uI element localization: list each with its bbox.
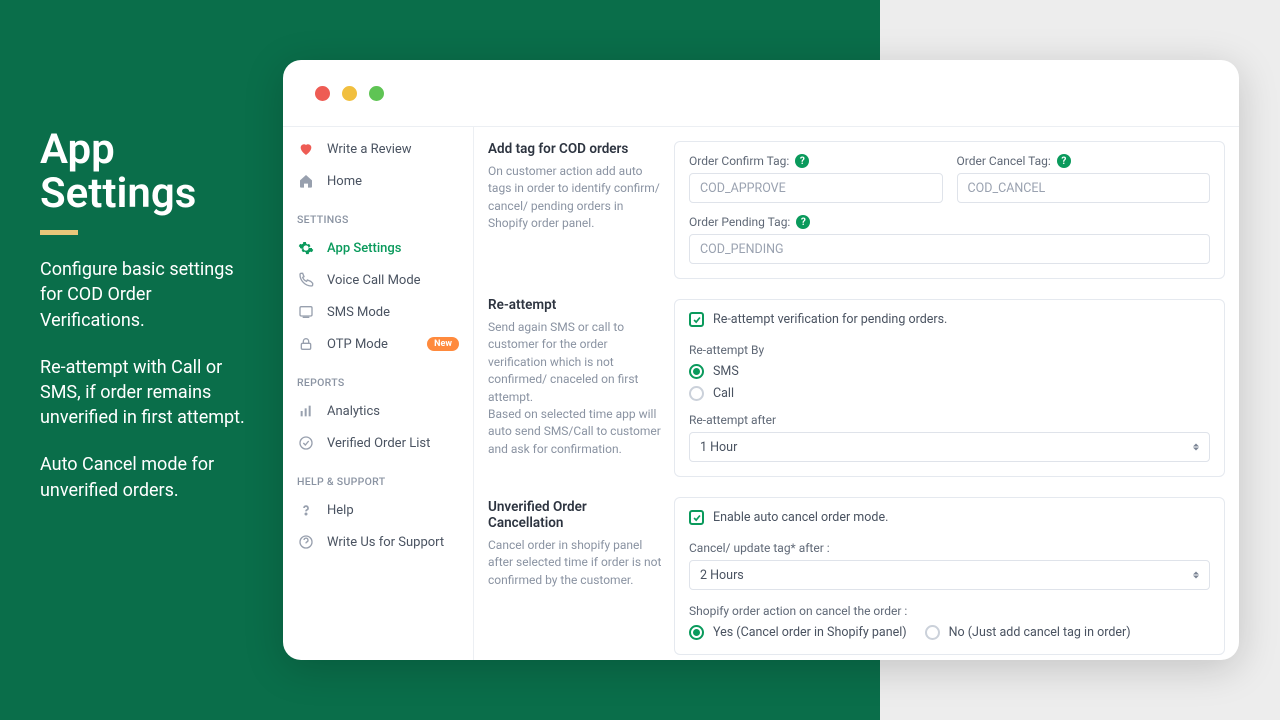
sidebar-item-home[interactable]: Home — [283, 165, 473, 197]
page-title: AppSettings — [40, 128, 260, 216]
sms-icon — [297, 303, 315, 321]
sidebar-item-write-us[interactable]: Write Us for Support — [283, 526, 473, 558]
pending-tag-label: Order Pending Tag:? — [689, 215, 1210, 229]
card-reattempt: Re-attempt verification for pending orde… — [674, 299, 1225, 477]
sidebar-item-label: Write a Review — [327, 142, 412, 157]
chevron-updown-icon — [1190, 444, 1202, 451]
sidebar-item-help[interactable]: Help — [283, 494, 473, 526]
sidebar-section-reports: REPORTS — [283, 360, 473, 395]
sidebar-item-label: App Settings — [327, 241, 401, 256]
phone-icon — [297, 271, 315, 289]
reattempt-after-select[interactable] — [689, 432, 1210, 462]
new-badge: New — [427, 337, 459, 351]
radio-icon — [925, 625, 940, 640]
pending-tag-input[interactable] — [689, 234, 1210, 264]
sidebar-item-label: Write Us for Support — [327, 535, 444, 550]
sidebar-item-label: Help — [327, 503, 354, 518]
hero-section: AppSettings Configure basic settings for… — [40, 128, 260, 525]
lock-icon — [297, 335, 315, 353]
reattempt-radio-call[interactable]: Call — [689, 386, 1210, 401]
hero-paragraph-1: Configure basic settings for COD Order V… — [40, 257, 260, 333]
sidebar-item-verified-list[interactable]: Verified Order List — [283, 427, 473, 459]
question-icon — [297, 501, 315, 519]
cancel-tag-label: Order Cancel Tag:? — [957, 154, 1211, 168]
heart-icon — [297, 140, 315, 158]
sidebar-item-label: Voice Call Mode — [327, 273, 421, 288]
cancel-tag-input[interactable] — [957, 173, 1211, 203]
help-icon[interactable]: ? — [1057, 154, 1071, 168]
cancel-radio-yes[interactable]: Yes (Cancel order in Shopify panel) — [689, 625, 907, 640]
section-desc-tags: On customer action add auto tags in orde… — [488, 163, 664, 233]
reattempt-by-label: Re-attempt By — [689, 343, 1210, 357]
confirm-tag-label: Order Confirm Tag:? — [689, 154, 943, 168]
section-title-tags: Add tag for COD orders — [488, 141, 664, 157]
sidebar-item-label: SMS Mode — [327, 305, 390, 320]
reattempt-after-label: Re-attempt after — [689, 413, 1210, 427]
sidebar-section-settings: SETTINGS — [283, 197, 473, 232]
minimize-icon[interactable] — [342, 86, 357, 101]
sidebar-item-otp-mode[interactable]: OTP Mode New — [283, 328, 473, 360]
check-list-icon — [297, 434, 315, 452]
sidebar-section-help: HELP & SUPPORT — [283, 459, 473, 494]
hero-paragraph-3: Auto Cancel mode for unverified orders. — [40, 452, 260, 502]
sidebar-item-sms-mode[interactable]: SMS Mode — [283, 296, 473, 328]
sidebar-item-label: Analytics — [327, 404, 380, 419]
sidebar-item-app-settings[interactable]: App Settings — [283, 232, 473, 264]
sidebar-item-label: Home — [327, 174, 362, 189]
hero-paragraph-2: Re-attempt with Call or SMS, if order re… — [40, 355, 260, 431]
home-icon — [297, 172, 315, 190]
help-icon[interactable]: ? — [795, 154, 809, 168]
app-window: Write a Review Home SETTINGS App Setting… — [283, 60, 1239, 660]
sidebar-item-voice-call[interactable]: Voice Call Mode — [283, 264, 473, 296]
cancel-radio-no[interactable]: No (Just add cancel tag in order) — [925, 625, 1131, 640]
section-desc-reattempt: Send again SMS or call to customer for t… — [488, 319, 664, 458]
confirm-tag-input[interactable] — [689, 173, 943, 203]
cancel-action-label: Shopify order action on cancel the order… — [689, 604, 1210, 618]
support-icon — [297, 533, 315, 551]
card-tags: Order Confirm Tag:? Order Cancel Tag:? O… — [674, 141, 1225, 279]
sidebar: Write a Review Home SETTINGS App Setting… — [283, 127, 474, 660]
chevron-updown-icon — [1190, 572, 1202, 579]
sidebar-item-analytics[interactable]: Analytics — [283, 395, 473, 427]
chart-icon — [297, 402, 315, 420]
radio-icon — [689, 625, 704, 640]
radio-icon — [689, 386, 704, 401]
reattempt-checkbox[interactable]: Re-attempt verification for pending orde… — [689, 312, 1210, 327]
maximize-icon[interactable] — [369, 86, 384, 101]
section-title-cancel: Unverified Order Cancellation — [488, 499, 664, 531]
cancel-after-label: Cancel/ update tag* after : — [689, 541, 1210, 555]
sidebar-item-label: Verified Order List — [327, 436, 430, 451]
sidebar-item-write-review[interactable]: Write a Review — [283, 133, 473, 165]
reattempt-radio-sms[interactable]: SMS — [689, 364, 1210, 379]
checkbox-icon — [689, 510, 704, 525]
card-cancel: Enable auto cancel order mode. Cancel/ u… — [674, 497, 1225, 655]
accent-bar — [40, 230, 78, 235]
gear-icon — [297, 239, 315, 257]
window-titlebar — [283, 60, 1239, 126]
help-icon[interactable]: ? — [796, 215, 810, 229]
radio-icon — [689, 364, 704, 379]
section-title-reattempt: Re-attempt — [488, 297, 664, 313]
cancel-after-select[interactable] — [689, 560, 1210, 590]
section-desc-cancel: Cancel order in shopify panel after sele… — [488, 537, 664, 589]
close-icon[interactable] — [315, 86, 330, 101]
sidebar-item-label: OTP Mode — [327, 337, 388, 352]
auto-cancel-checkbox[interactable]: Enable auto cancel order mode. — [689, 510, 1210, 525]
checkbox-icon — [689, 312, 704, 327]
